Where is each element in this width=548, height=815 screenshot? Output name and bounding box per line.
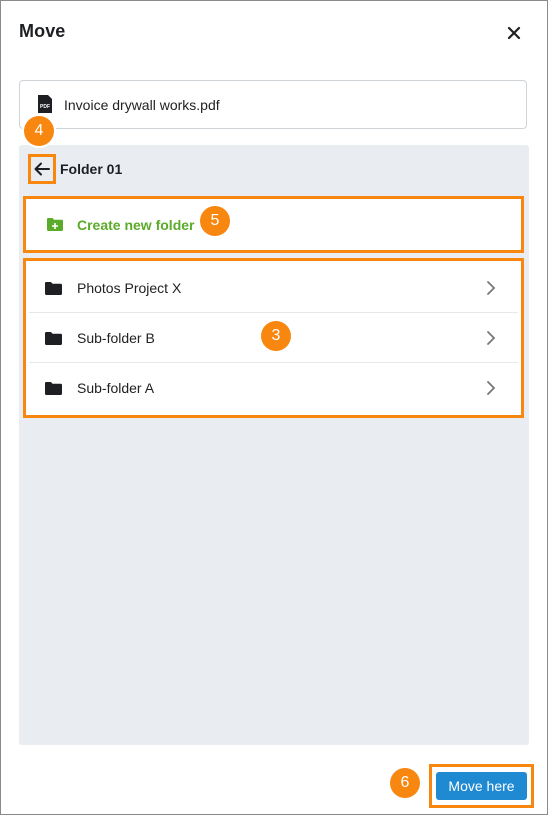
current-folder-title: Folder 01 [60, 161, 123, 177]
move-here-button[interactable]: Move here [436, 772, 527, 800]
folder-row[interactable]: Sub-folder A [29, 364, 518, 413]
create-folder-highlight: Create new folder [23, 196, 524, 253]
chevron-right-icon [487, 331, 496, 345]
callout-badge-create: 5 [200, 206, 230, 236]
callout-badge-move: 6 [390, 768, 420, 798]
folder-row[interactable]: Photos Project X [29, 264, 518, 313]
folder-name: Sub-folder B [77, 330, 155, 346]
dialog-title: Move [19, 21, 66, 41]
arrow-left-icon [34, 162, 50, 176]
folder-icon [45, 332, 62, 345]
folder-name: Photos Project X [77, 280, 182, 296]
back-button[interactable] [28, 154, 56, 184]
close-icon[interactable] [503, 22, 525, 44]
folder-plus-icon [47, 218, 63, 231]
svg-text:PDF: PDF [40, 104, 50, 110]
folder-name: Sub-folder A [77, 380, 155, 396]
create-new-folder-label: Create new folder [77, 217, 195, 233]
folder-icon [45, 282, 62, 295]
create-new-folder-button[interactable]: Create new folder [29, 202, 518, 247]
chevron-right-icon [487, 381, 496, 395]
chevron-right-icon [487, 281, 496, 295]
callout-badge-back: 4 [24, 116, 54, 146]
pdf-file-icon: PDF [38, 95, 52, 113]
folder-icon [45, 382, 62, 395]
callout-badge-list: 3 [261, 321, 291, 351]
selected-file-card: PDF Invoice drywall works.pdf [19, 80, 527, 129]
file-name: Invoice drywall works.pdf [64, 97, 220, 113]
move-here-highlight: Move here [429, 764, 534, 808]
